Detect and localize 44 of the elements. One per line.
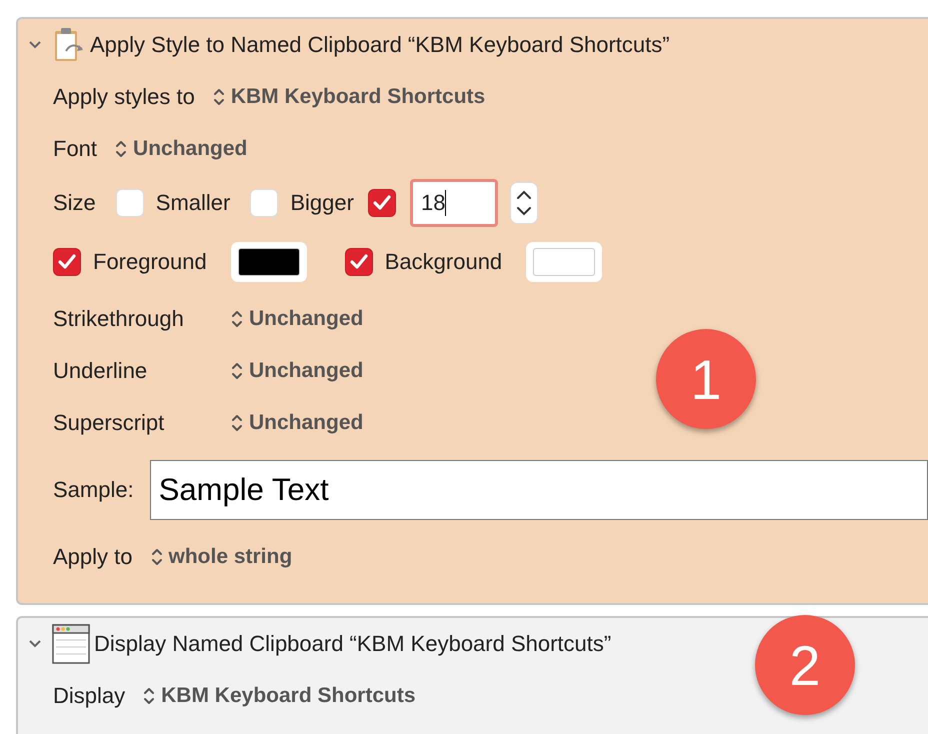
sample-field[interactable]: Sample Text — [150, 460, 928, 520]
up-down-chevron-icon — [115, 139, 128, 159]
color-well[interactable] — [526, 242, 602, 282]
color-well[interactable] — [230, 242, 307, 282]
window-icon — [52, 624, 90, 664]
popup-button[interactable]: KBM Keyboard Shortcuts — [143, 684, 416, 708]
checkbox[interactable] — [368, 189, 396, 217]
popup-button[interactable]: whole string — [150, 545, 292, 569]
action-title: Display Named Clipboard “KBM Keyboard Shortcuts” — [94, 631, 612, 657]
up-down-chevron-icon — [231, 413, 243, 433]
clipboard-icon — [52, 27, 86, 63]
up-down-chevron-icon — [231, 361, 243, 381]
checkmark-icon — [350, 254, 368, 270]
checkmark-icon — [372, 195, 391, 211]
size-field[interactable]: 18 — [410, 179, 498, 227]
checkbox[interactable] — [344, 248, 373, 276]
checkbox-label: Smaller — [156, 190, 230, 216]
field-label: Strikethrough — [53, 306, 184, 332]
popup-button[interactable]: Unchanged — [115, 137, 248, 161]
field-label: Size — [53, 190, 96, 216]
number-badge: 1 — [656, 329, 756, 429]
checkbox-label: Foreground — [93, 249, 207, 275]
popup-button[interactable]: KBM Keyboard Shortcuts — [212, 85, 486, 109]
action-title: Apply Style to Named Clipboard “KBM Keyboard Shortcuts” — [90, 32, 670, 58]
popup-button[interactable]: Unchanged — [231, 411, 364, 435]
stepper-control[interactable] — [510, 182, 538, 224]
field-label: Superscript — [53, 410, 164, 436]
checkbox-label: Bigger — [290, 190, 354, 216]
checkmark-icon — [58, 254, 76, 270]
checkbox-label: Background — [384, 249, 502, 275]
field-label: Display — [53, 683, 126, 709]
up-down-chevron-icon — [231, 309, 243, 329]
field-label: Underline — [53, 358, 148, 384]
up-down-chevron-icon — [143, 686, 156, 706]
up-down-chevron-icon — [212, 87, 225, 107]
popup-button[interactable]: Unchanged — [231, 307, 364, 331]
field-label: Apply styles to — [53, 84, 195, 110]
checkbox[interactable] — [53, 248, 81, 276]
number-badge: 2 — [755, 615, 855, 715]
popup-button[interactable]: Unchanged — [231, 359, 364, 383]
field-label: Apply to — [53, 544, 132, 570]
field-label: Sample: — [53, 477, 134, 503]
field-label: Font — [53, 136, 98, 162]
up-down-chevron-icon — [150, 547, 162, 567]
